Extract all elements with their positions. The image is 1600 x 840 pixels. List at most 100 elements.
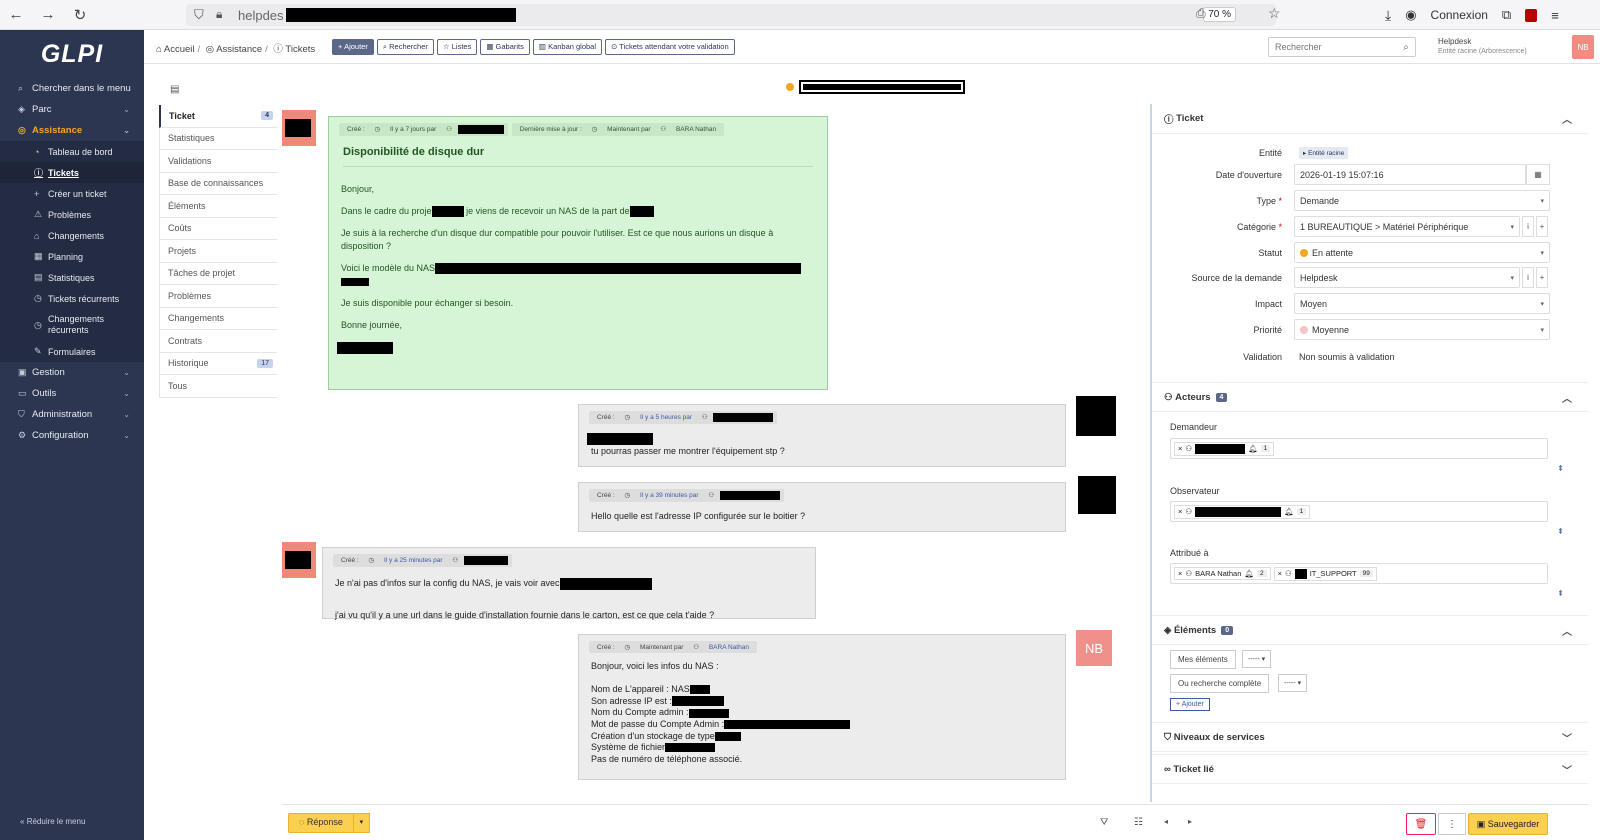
zoom-level[interactable]: 70 %	[1203, 7, 1236, 22]
full-search-button[interactable]: Ou recherche complète	[1170, 674, 1270, 693]
url-bar[interactable]: ⛉ 🔒︎ helpdes 70 %	[186, 4, 1276, 26]
remove-icon[interactable]: ×	[1178, 507, 1182, 516]
templates-button[interactable]: ▦ Gabarits	[480, 39, 530, 55]
breadcrumb-assistance[interactable]: Assistance	[216, 44, 262, 55]
sidebar-item-planning[interactable]: ▦ Planning	[0, 246, 144, 267]
shield-icon[interactable]: ⛉	[194, 7, 204, 23]
actor-chip[interactable]: × ⚇ 🔔︎ 1	[1174, 504, 1311, 519]
status-select[interactable]: En attente ▾	[1294, 242, 1550, 263]
star-icon[interactable]: ☆	[1268, 5, 1281, 22]
filter-icon[interactable]: ⛛	[1100, 817, 1108, 828]
sidebar-item-search-menu[interactable]: ⌕ Chercher dans le menu	[0, 78, 144, 99]
priority-select[interactable]: Moyenne ▾	[1294, 319, 1550, 340]
menu-icon[interactable]: ≡	[1551, 8, 1559, 23]
ublock-icon[interactable]	[1525, 8, 1538, 22]
info-icon[interactable]: i	[1522, 216, 1534, 237]
previous-icon[interactable]: ◂	[1164, 817, 1168, 826]
add-requester-icon[interactable]: ⇞	[1557, 464, 1564, 473]
full-search-select[interactable]: ----- ▾	[1278, 674, 1308, 692]
add-icon[interactable]: +	[1536, 267, 1548, 288]
tab-projets[interactable]: Projets	[159, 240, 277, 263]
remove-icon[interactable]: ×	[1178, 444, 1182, 453]
sidebar-item-statistiques[interactable]: ▤ Statistiques	[0, 267, 144, 288]
add-element-button[interactable]: + Ajouter	[1170, 698, 1210, 711]
actor-chip[interactable]: × ⚇ BARA Nathan 🔔︎ 2	[1174, 567, 1271, 580]
date-input[interactable]: 2026-01-19 15:07:16	[1294, 164, 1526, 185]
next-icon[interactable]: ▸	[1188, 817, 1192, 826]
search-icon[interactable]: ⌕	[1397, 42, 1415, 53]
actor-chip[interactable]: × ⚇ 🔔︎ 1	[1174, 441, 1275, 456]
tab-historique[interactable]: Historique 17	[159, 352, 277, 375]
account-icon[interactable]: ◉	[1405, 7, 1416, 23]
tab-changements[interactable]: Changements	[159, 307, 277, 330]
section-sla-header[interactable]: ⛉ Niveaux de services ﹀	[1152, 722, 1588, 752]
tab-elements[interactable]: Éléments	[159, 195, 277, 218]
lock-icon[interactable]: 🔒︎	[216, 7, 222, 22]
remove-icon[interactable]: ×	[1178, 569, 1182, 578]
add-observer-icon[interactable]: ⇞	[1557, 527, 1564, 536]
section-ticket-header[interactable]: ⓘ Ticket ︿	[1152, 104, 1588, 134]
reader-icon[interactable]: ⎙	[1196, 6, 1206, 21]
actor-chip[interactable]: × ⚇ IT_SUPPORT 99	[1273, 566, 1377, 581]
sidebar-item-tickets[interactable]: ⓘ Tickets	[0, 162, 144, 183]
add-assigned-icon[interactable]: ⇞	[1557, 589, 1564, 598]
tab-problemes[interactable]: Problèmes	[159, 285, 277, 308]
reply-dropdown-icon[interactable]: ▾	[353, 813, 370, 833]
back-icon[interactable]: ←	[0, 6, 32, 23]
collapse-menu-button[interactable]: « Réduire le menu	[20, 817, 85, 826]
tab-validations[interactable]: Validations	[159, 150, 277, 173]
impact-select[interactable]: Moyen ▾	[1294, 293, 1550, 314]
sidebar-item-gestion[interactable]: ▣ Gestion ⌄	[0, 362, 144, 383]
sidebar-item-tableau-de-bord[interactable]: ◔ Tableau de bord	[0, 141, 144, 162]
section-elements-header[interactable]: ◈ Éléments 0 ︿	[1152, 615, 1588, 645]
sidebar-item-configuration[interactable]: ⚙︎ Configuration ⌄	[0, 425, 144, 446]
type-select[interactable]: Demande ▾	[1294, 190, 1550, 211]
sidebar-item-changements[interactable]: ⌂ Changements	[0, 225, 144, 246]
add-button[interactable]: + Ajouter	[332, 39, 374, 55]
reload-icon[interactable]: ↻	[64, 6, 96, 24]
sidebar-item-problemes[interactable]: ⚠︎ Problèmes	[0, 204, 144, 225]
breadcrumb-accueil[interactable]: Accueil	[164, 44, 195, 55]
profile-info[interactable]: Helpdesk Entité racine (Arborescence)	[1438, 37, 1527, 57]
tab-couts[interactable]: Coûts	[159, 217, 277, 240]
glpi-logo[interactable]: GLPI	[0, 30, 144, 78]
download-icon[interactable]: ⤓	[1385, 7, 1391, 24]
more-options-icon[interactable]: ⋮	[1438, 813, 1466, 835]
tab-contrats[interactable]: Contrats	[159, 330, 277, 353]
search-button[interactable]: ⌕ Rechercher	[376, 39, 434, 55]
validation-tickets-button[interactable]: ⊙ Tickets attendant votre validation	[605, 39, 735, 55]
tab-base-connaissances[interactable]: Base de connaissances	[159, 172, 277, 195]
save-button[interactable]: ▣ Sauvegarder	[1468, 813, 1548, 835]
search-input[interactable]	[1269, 38, 1397, 56]
avatar[interactable]: NB	[1572, 35, 1594, 59]
assigned-field[interactable]: × ⚇ BARA Nathan 🔔︎ 2 × ⚇ IT_SUPPORT 99	[1170, 563, 1548, 584]
kanban-button[interactable]: ▥ Kanban global	[532, 39, 603, 55]
toggle-list-icon[interactable]: ▤	[170, 84, 179, 95]
tab-taches-projet[interactable]: Tâches de projet	[159, 262, 277, 285]
source-select[interactable]: Helpdesk ▾	[1294, 267, 1520, 288]
calendar-icon[interactable]: ▦	[1526, 164, 1550, 185]
sidebar-item-administration[interactable]: ⛉ Administration ⌄	[0, 404, 144, 425]
remove-icon[interactable]: ×	[1278, 569, 1282, 578]
requester-field[interactable]: × ⚇ 🔔︎ 1	[1170, 438, 1548, 459]
sidebar-item-changements-recurrents[interactable]: ◷ Changements récurrents	[0, 309, 144, 341]
info-icon[interactable]: i	[1522, 267, 1534, 288]
sidebar-item-assistance[interactable]: ◎ Assistance ⌄	[0, 120, 144, 141]
tab-ticket[interactable]: Ticket 4	[159, 105, 277, 128]
sidebar-item-creer-ticket[interactable]: + Créer un ticket	[0, 183, 144, 204]
my-elements-button[interactable]: Mes éléments	[1170, 650, 1236, 669]
category-select[interactable]: 1 BUREAUTIQUE > Matériel Périphérique ▾	[1294, 216, 1520, 237]
tab-statistiques[interactable]: Statistiques	[159, 127, 277, 150]
breadcrumb-tickets[interactable]: Tickets	[285, 44, 315, 55]
sidebar-item-outils[interactable]: ▭ Outils ⌄	[0, 383, 144, 404]
my-elements-select[interactable]: ----- ▾	[1242, 650, 1272, 668]
sidebar-item-parc[interactable]: ◈ Parc ⌄	[0, 99, 144, 120]
login-link[interactable]: Connexion	[1431, 8, 1488, 22]
section-linked-ticket-header[interactable]: ∞ Ticket lié ﹀	[1152, 754, 1588, 784]
tab-tous[interactable]: Tous	[159, 375, 277, 398]
add-icon[interactable]: +	[1536, 216, 1548, 237]
forward-icon[interactable]: →	[32, 6, 64, 23]
observer-field[interactable]: × ⚇ 🔔︎ 1	[1170, 501, 1548, 522]
delete-icon[interactable]: 🗑︎	[1406, 813, 1436, 835]
lists-button[interactable]: ☆ Listes	[436, 39, 478, 55]
